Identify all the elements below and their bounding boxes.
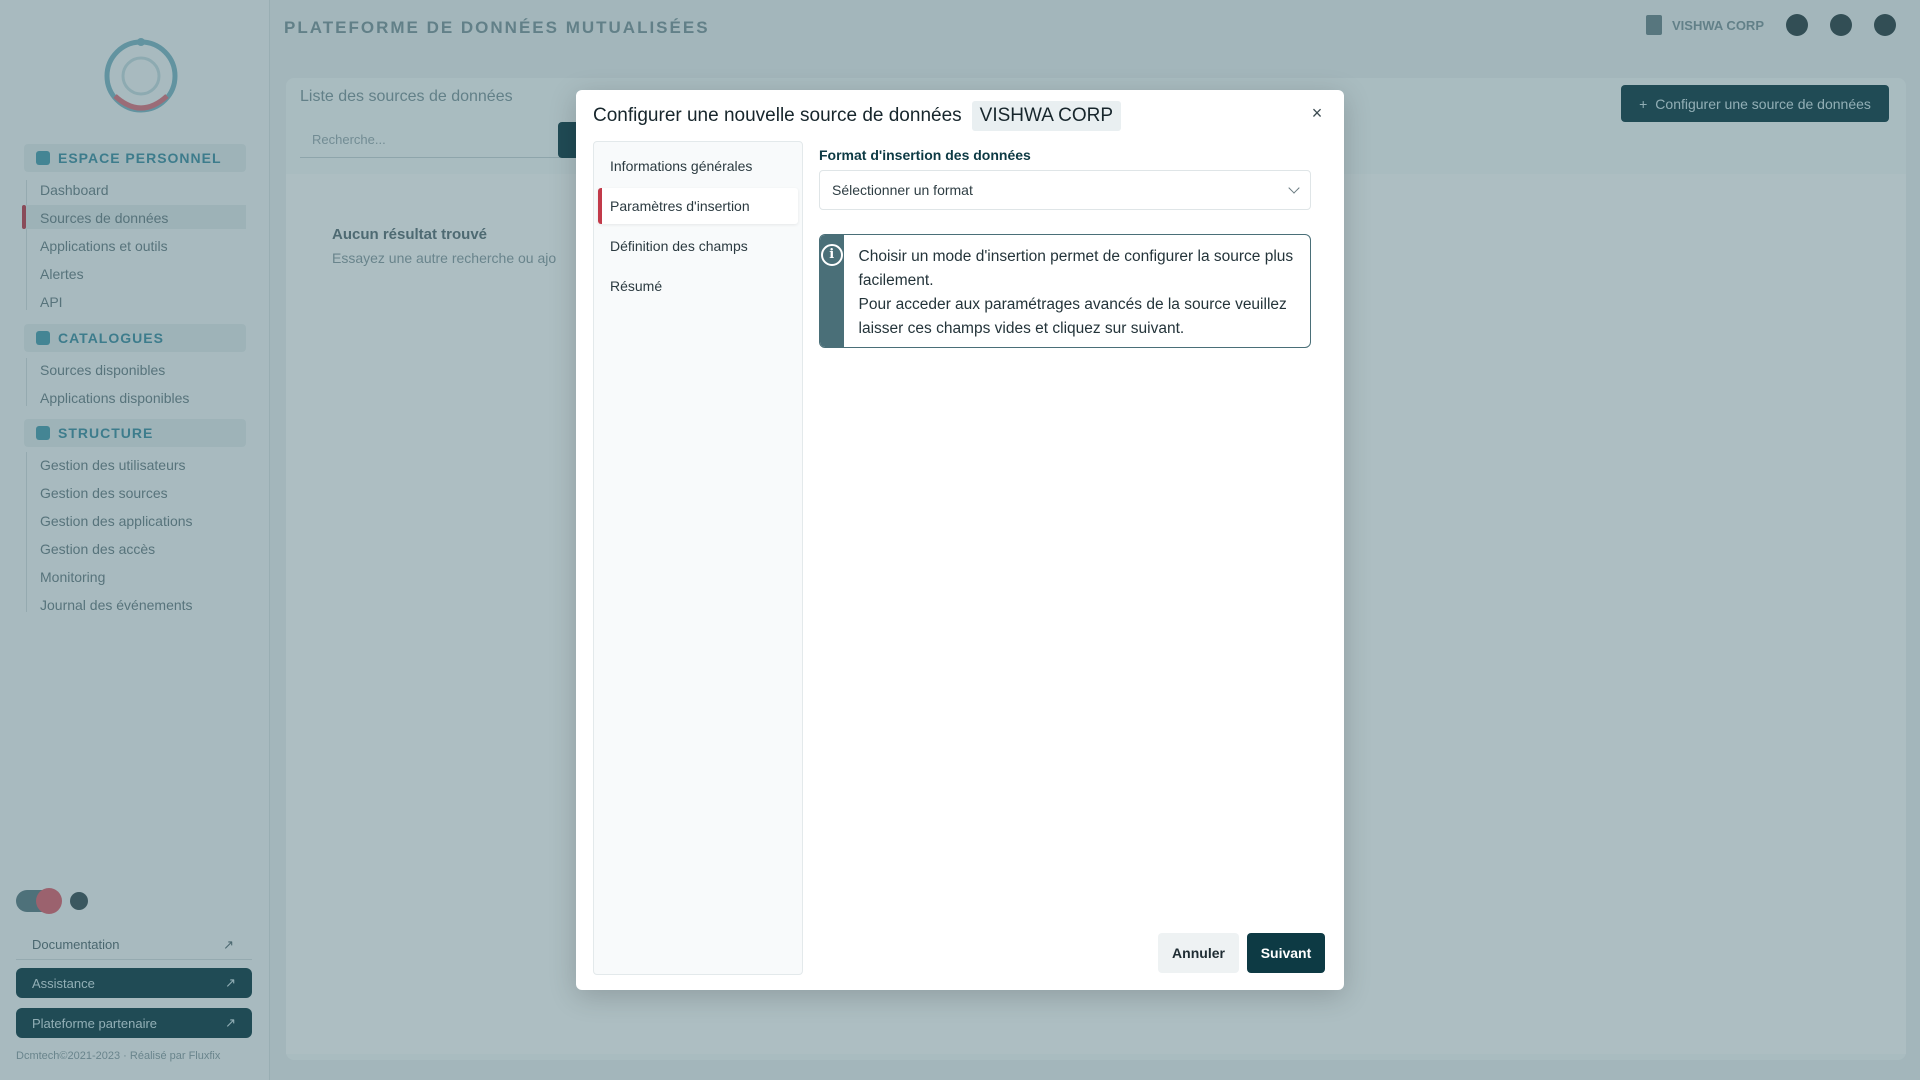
step-summary[interactable]: Résumé	[598, 268, 798, 304]
cancel-button[interactable]: Annuler	[1158, 933, 1239, 973]
info-alert: i Choisir un mode d'insertion permet de …	[819, 234, 1311, 348]
modal-header: Configurer une nouvelle source de donnée…	[593, 101, 1122, 131]
next-button[interactable]: Suivant	[1247, 933, 1325, 973]
info-icon: i	[820, 244, 843, 266]
format-select-value: Sélectionner un format	[832, 182, 973, 198]
format-label: Format d'insertion des données	[819, 147, 1031, 163]
configure-source-modal: Configurer une nouvelle source de donnée…	[576, 90, 1344, 990]
step-general-info[interactable]: Informations générales	[598, 148, 798, 184]
info-text-line2: Pour acceder aux paramétrages avancés de…	[858, 296, 1287, 337]
info-text-line1: Choisir un mode d'insertion permet de co…	[858, 248, 1294, 289]
step-field-definition[interactable]: Définition des champs	[598, 228, 798, 264]
wizard-steps: Informations générales Paramètres d'inse…	[593, 141, 803, 975]
close-icon[interactable]: ×	[1306, 102, 1328, 124]
chevron-down-icon	[1288, 182, 1300, 194]
form-area: Format d'insertion des données Sélection…	[819, 141, 1311, 348]
step-insertion-params[interactable]: Paramètres d'insertion	[598, 188, 798, 224]
modal-title: Configurer une nouvelle source de donnée…	[593, 105, 962, 126]
format-select[interactable]: Sélectionner un format	[819, 170, 1311, 210]
org-badge: VISHWA CORP	[971, 101, 1122, 131]
